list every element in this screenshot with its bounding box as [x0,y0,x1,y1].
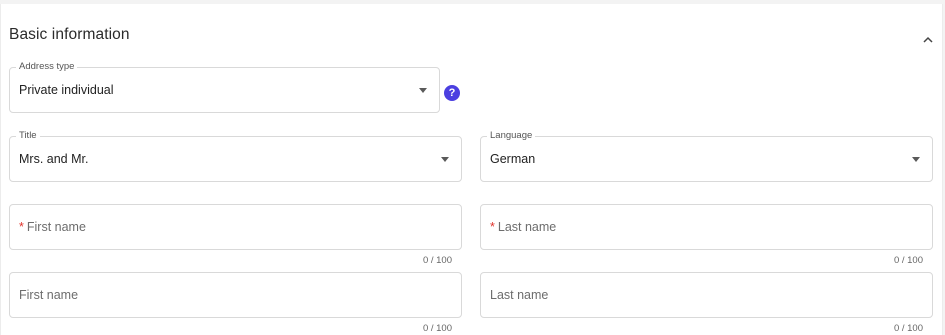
first-name-placeholder-text: First name [26,220,86,234]
address-type-value: Private individual [19,83,114,97]
first-name-placeholder: * First name [19,205,86,249]
last-name-counter: 0 / 100 [893,255,923,266]
language-value: German [490,152,536,166]
caret-down-icon [419,88,427,93]
required-marker: * [19,220,24,234]
first-name-required-field[interactable]: * First name [9,204,462,250]
last-name-placeholder: * Last name [490,205,556,249]
language-select[interactable]: Language German [480,130,933,182]
section-title: Basic information [9,26,130,43]
first-name-placeholder-text: First name [19,288,79,302]
help-icon[interactable]: ? [444,85,460,101]
last-name-placeholder-text: Last name [497,220,557,234]
first-name-counter: 0 / 100 [422,255,452,266]
collapse-section-button[interactable] [921,33,935,47]
first-name-secondary-counter: 0 / 100 [422,323,452,334]
last-name-required-field[interactable]: * Last name [480,204,933,250]
last-name-field[interactable]: Last name [480,272,933,318]
first-name-field[interactable]: First name [9,272,462,318]
required-marker: * [490,220,495,234]
basic-information-card: Basic information Address type Private i… [0,4,943,335]
last-name-secondary-counter: 0 / 100 [893,323,923,334]
title-value: Mrs. and Mr. [19,152,89,166]
address-type-select[interactable]: Address type Private individual [9,61,440,113]
chevron-up-icon [923,36,933,43]
title-select[interactable]: Title Mrs. and Mr. [9,130,462,182]
caret-down-icon [912,157,920,162]
last-name-placeholder-text: Last name [490,288,549,302]
caret-down-icon [441,157,449,162]
